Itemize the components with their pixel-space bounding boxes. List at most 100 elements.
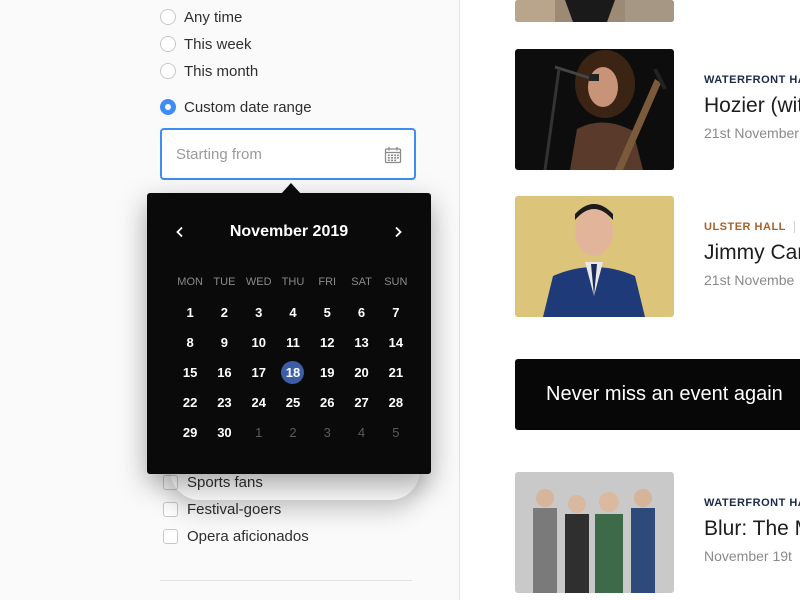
calendar-day[interactable]: 30: [207, 424, 241, 442]
calendar-day[interactable]: 27: [344, 394, 378, 412]
calendar-day[interactable]: 5: [310, 304, 344, 322]
calendar-day-number: 17: [251, 365, 266, 380]
calendar-day-number: 13: [354, 335, 369, 350]
event-image-top[interactable]: [515, 0, 674, 22]
calendar-day[interactable]: 26: [310, 394, 344, 412]
calendar-week-row: 8 9 10 11 12 13 14: [173, 334, 413, 352]
calendar-day[interactable]: 1: [173, 304, 207, 322]
calendar-day-number: 19: [320, 365, 335, 380]
calendar-day[interactable]: 3: [310, 424, 344, 442]
calendar-day[interactable]: 12: [310, 334, 344, 352]
newsletter-banner[interactable]: Never miss an event again: [515, 359, 800, 430]
calendar-day[interactable]: 2: [276, 424, 310, 442]
weekday-label: SUN: [384, 276, 408, 288]
weekday-label: MON: [177, 276, 203, 288]
calendar-day[interactable]: 5: [379, 424, 413, 442]
section-divider: [160, 580, 412, 581]
event-image-hozier[interactable]: [515, 49, 674, 170]
calendar-day[interactable]: 28: [379, 394, 413, 412]
calendar-day[interactable]: 25: [276, 394, 310, 412]
calendar-day-number: 6: [357, 305, 366, 320]
radio-button[interactable]: [160, 36, 176, 52]
calendar-day-number: 26: [320, 395, 335, 410]
calendar-day-number: 24: [251, 395, 266, 410]
radio-custom-date-range[interactable]: Custom date range: [160, 97, 312, 117]
calendar-day[interactable]: 9: [207, 334, 241, 352]
calendar-day[interactable]: 15: [173, 364, 207, 382]
radio-button[interactable]: [160, 63, 176, 79]
calendar-day-number: 28: [388, 395, 404, 410]
checkbox[interactable]: [163, 501, 178, 517]
event-venue-name: ULSTER HALL: [704, 221, 786, 233]
weekday-label: WED: [245, 276, 272, 288]
event-title[interactable]: Jimmy Car: [704, 241, 800, 265]
calendar-day[interactable]: 7: [379, 304, 413, 322]
calendar-header: November 2019: [147, 219, 431, 245]
calendar-day-number: 4: [357, 425, 366, 440]
calendar-day[interactable]: 17: [242, 364, 276, 382]
calendar-weeks: 1 2 3 4 5 6 7 8 9 10 11 12 13 14 15 16 17 18 19 20 21 22 23 24 2…: [173, 304, 413, 442]
calendar-day[interactable]: 16: [207, 364, 241, 382]
radio-label: Custom date range: [184, 98, 312, 116]
event-date: 21st November: [704, 125, 799, 141]
checkbox-festival-goers[interactable]: Festival-goers: [163, 500, 281, 518]
calendar-day-number: 5: [323, 305, 331, 320]
calendar-day[interactable]: 4: [344, 424, 378, 442]
calendar-day-number: 29: [182, 425, 198, 440]
chevron-right-icon: [395, 226, 402, 238]
event-title[interactable]: Blur: The M: [704, 517, 800, 541]
calendar-day-number: 3: [323, 425, 331, 440]
calendar-day[interactable]: 22: [173, 394, 207, 412]
checkbox[interactable]: [163, 528, 178, 544]
calendar-day[interactable]: 19: [310, 364, 344, 382]
calendar-day[interactable]: 24: [242, 394, 276, 412]
event-date: 21st Novembe: [704, 272, 795, 288]
next-month-button[interactable]: [385, 219, 411, 245]
calendar-day-number: 21: [388, 365, 404, 380]
calendar-day-number: 2: [220, 305, 229, 320]
event-image-jimmy-carr[interactable]: [515, 196, 674, 317]
calendar-day-number: 23: [217, 395, 232, 410]
checkbox-label: Festival-goers: [187, 500, 282, 518]
calendar-day-number: 12: [320, 335, 335, 350]
calendar-day-number: 27: [354, 395, 369, 410]
calendar-day[interactable]: 10: [242, 334, 276, 352]
calendar-day[interactable]: 23: [207, 394, 241, 412]
start-date-field[interactable]: [160, 128, 416, 180]
banner-text: Never miss an event again: [546, 383, 783, 405]
weekday-label: TUE: [213, 276, 236, 288]
calendar-day-number: 7: [392, 305, 400, 320]
checkbox-opera-aficionados[interactable]: Opera aficionados: [163, 527, 309, 545]
calendar-icon[interactable]: [384, 146, 402, 164]
calendar-day[interactable]: 14: [379, 334, 413, 352]
weekday-label: THU: [281, 276, 305, 288]
radio-this-month[interactable]: This month: [160, 61, 258, 81]
calendar-day[interactable]: 13: [344, 334, 378, 352]
start-date-input[interactable]: [176, 145, 366, 163]
calendar-day[interactable]: 29: [173, 424, 207, 442]
calendar-day[interactable]: 4: [276, 304, 310, 322]
calendar-day-number: 22: [182, 395, 198, 410]
calendar-day[interactable]: 20: [344, 364, 378, 382]
calendar-day[interactable]: 21: [379, 364, 413, 382]
calendar-day-number: 11: [286, 335, 300, 350]
calendar-day[interactable]: 1: [242, 424, 276, 442]
calendar-day[interactable]: 6: [344, 304, 378, 322]
calendar-day-number: 1: [255, 425, 263, 440]
event-title[interactable]: Hozier (wit: [704, 94, 800, 118]
calendar-day[interactable]: 11: [276, 334, 310, 352]
calendar-day-number: 1: [186, 305, 194, 320]
radio-this-week[interactable]: This week: [160, 34, 252, 54]
calendar-day[interactable]: 2: [207, 304, 241, 322]
radio-any-time[interactable]: Any time: [160, 7, 242, 27]
calendar-day-number: 20: [354, 365, 369, 380]
event-image-blur[interactable]: [515, 472, 674, 593]
calendar-day-number: 8: [186, 335, 194, 350]
radio-button[interactable]: [160, 9, 176, 25]
radio-button-checked[interactable]: [160, 99, 176, 115]
calendar-day-selected[interactable]: 18: [276, 361, 310, 384]
calendar-day[interactable]: 3: [242, 304, 276, 322]
date-picker-popover: November 2019 MON TUE WED THU FRI SAT SU…: [147, 193, 431, 474]
calendar-day[interactable]: 8: [173, 334, 207, 352]
weekday-label: SAT: [351, 276, 372, 288]
